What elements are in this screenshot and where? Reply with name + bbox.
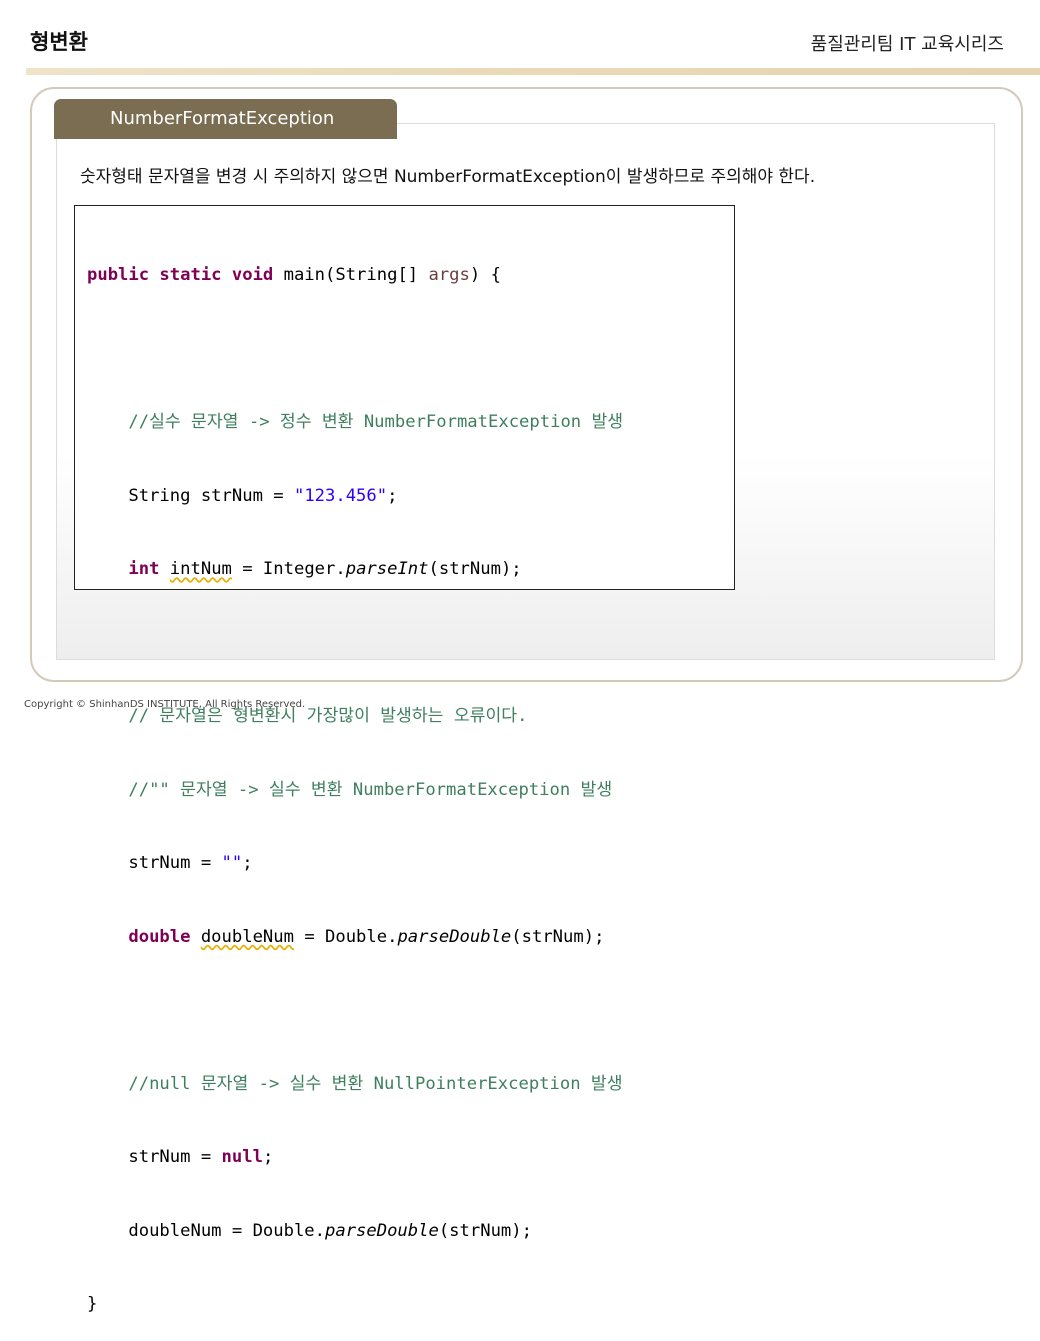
header-divider [26,68,1040,75]
code-line: strNum = null; [87,1147,274,1167]
code-line: String strNum = "123.456"; [87,485,398,506]
code-line: public static void main(String[] args) { [87,265,501,285]
copyright-text: Copyright © ShinhanDS INSTITUTE, All Rig… [24,699,306,710]
code-block: public static void main(String[] args) {… [74,205,735,1314]
code-line: } [87,1294,98,1314]
code-line: double doubleNum = Double.parseDouble(st… [87,926,605,947]
code-line: strNum = ""; [87,853,253,873]
description-text: 숫자형태 문자열을 변경 시 주의하지 않으면 NumberFormatExce… [80,167,816,187]
code-line: doubleNum = Double.parseDouble(strNum); [87,1220,532,1241]
code-comment: //null 문자열 -> 실수 변환 NullPointerException… [87,1073,623,1094]
code-line: int intNum = Integer.parseInt(strNum); [87,559,522,579]
code-comment: //"" 문자열 -> 실수 변환 NumberFormatException … [87,779,613,800]
page-title: 형변환 [30,30,88,54]
series-label: 품질관리팀 IT 교육시리즈 [810,34,1004,55]
section-tab: NumberFormatException [54,99,397,139]
code-comment: //실수 문자열 -> 정수 변환 NumberFormatException … [87,412,624,432]
